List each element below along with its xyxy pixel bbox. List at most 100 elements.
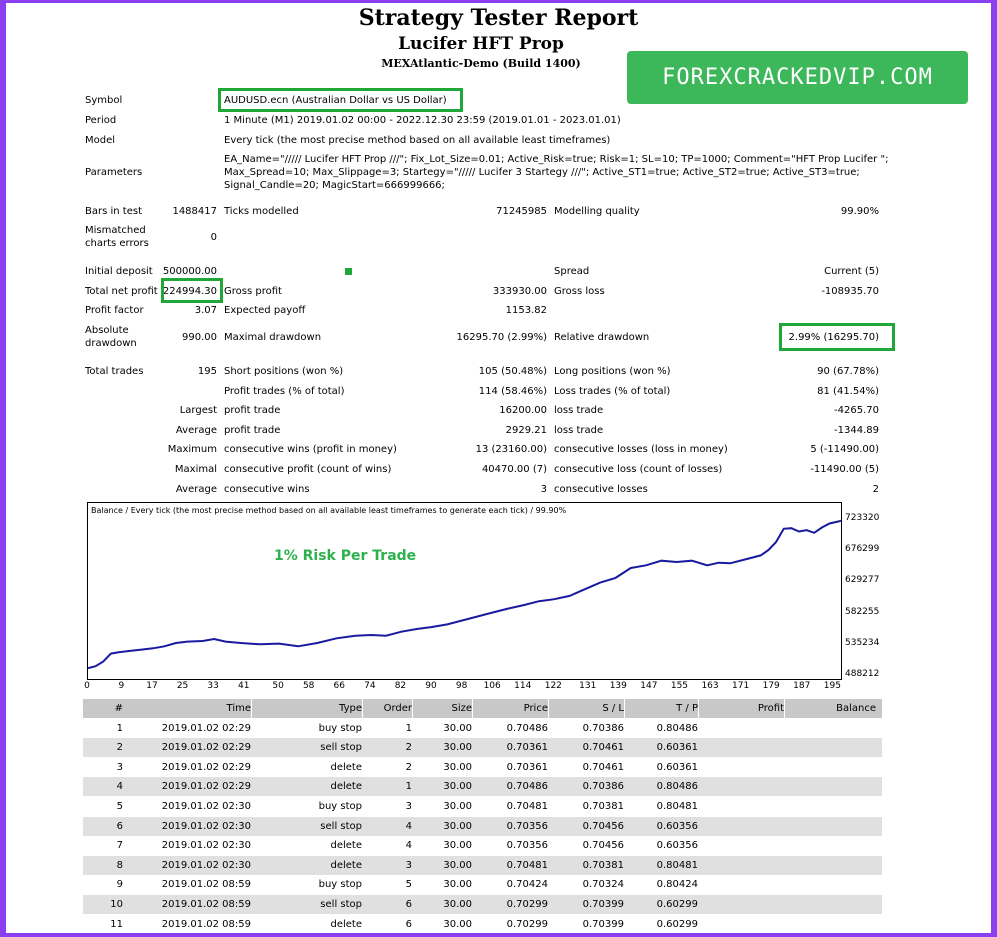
maxl-cp-value: 40470.00 (7) — [481, 464, 547, 475]
cell-number: 1 — [116, 722, 123, 734]
avg-cl-label: consecutive losses — [554, 484, 648, 495]
cell-price: 0.70361 — [506, 761, 548, 773]
cell-size: 30.00 — [443, 899, 472, 910]
cell-price: 0.70481 — [506, 801, 548, 812]
report-page: Strategy Tester Report Lucifer HFT Prop … — [6, 3, 991, 933]
ltrades-label: Loss trades (% of total) — [554, 386, 671, 397]
table-row: 3 2019.01.02 02:29 delete 2 30.00 0.70361 0.70… — [83, 758, 882, 777]
x-tick-label: 106 — [483, 681, 501, 691]
max-cl-label: consecutive losses (loss in money) — [554, 444, 728, 455]
cell-size: 30.00 — [443, 801, 472, 812]
cell-price: 0.70361 — [506, 742, 548, 754]
parameters-line-2: Max_Spread=10; Max_Slippage=3; Startegy=… — [224, 167, 860, 178]
x-tick-label: 0 — [84, 681, 90, 691]
trades-value: 195 — [197, 366, 217, 377]
cell-type: sell stop — [320, 742, 362, 754]
max-cw-label: consecutive wins (profit in money) — [224, 444, 397, 455]
mismatch-label-1: Mismatched — [85, 225, 146, 236]
header-cell-time: Time — [129, 699, 252, 718]
cell-time: 2019.01.02 08:59 — [161, 899, 251, 910]
cell-number: 4 — [116, 781, 123, 793]
header-cell-tp: T / P — [630, 699, 699, 718]
cell-number: 3 — [116, 761, 123, 773]
table-row: 8 2019.01.02 02:30 delete 3 30.00 0.70481 0.70… — [83, 855, 882, 875]
risk-annotation: 1% Risk Per Trade — [274, 548, 417, 564]
symbol-label: Symbol — [85, 95, 123, 106]
parameters-line-1: EA_Name="///// Lucifer HFT Prop ///"; Fi… — [224, 154, 889, 165]
cell-tp: 0.80481 — [656, 859, 698, 871]
report-title: Strategy Tester Report — [358, 5, 639, 31]
cell-type: delete — [330, 781, 362, 793]
average-label: Average — [175, 425, 217, 436]
cell-size: 30.00 — [443, 742, 472, 754]
x-tick-label: 98 — [455, 681, 468, 691]
maxl-cl-value: -11490.00 (5) — [810, 464, 879, 475]
largest-lt-value: -4265.70 — [834, 405, 879, 416]
cell-order: 1 — [405, 781, 412, 793]
deposit-label: Initial deposit — [85, 266, 153, 277]
chart-marker-icon — [345, 268, 352, 275]
cell-tp: 0.80481 — [656, 801, 698, 812]
mismatch-label-2: charts errors — [85, 238, 149, 249]
cell-size: 30.00 — [443, 761, 472, 773]
bars-label: Bars in test — [85, 206, 142, 217]
table-row: 9 2019.01.02 08:59 buy stop 5 30.00 0.70424 0.… — [83, 875, 882, 894]
maxdd-value: 16295.70 (2.99%) — [456, 332, 547, 343]
avg-cw-value: 3 — [540, 484, 547, 495]
header-cell-order: Order — [368, 699, 413, 718]
cell-type: delete — [330, 761, 362, 773]
cell-tp: 0.60299 — [656, 918, 698, 930]
parameters-line-3: Signal_Candle=20; MagicStart=666999666; — [224, 180, 445, 191]
x-tick-label: 82 — [394, 681, 407, 691]
cell-sl: 0.70386 — [582, 781, 624, 793]
pf-value: 3.07 — [194, 305, 217, 316]
cell-type: delete — [330, 918, 362, 930]
cell-tp: 0.80486 — [656, 781, 698, 793]
header-cell-price: Price — [478, 699, 549, 718]
cell-price: 0.70299 — [506, 899, 548, 910]
cell-number: 6 — [116, 820, 123, 832]
cell-type: buy stop — [318, 722, 362, 734]
cell-type: delete — [330, 859, 362, 871]
ep-value: 1153.82 — [505, 305, 547, 316]
absdd-label-1: Absolute — [85, 325, 129, 336]
max-cw-value: 13 (23160.00) — [475, 444, 547, 455]
cell-time: 2019.01.02 02:30 — [161, 859, 251, 871]
cell-sl: 0.70461 — [582, 761, 624, 773]
cell-order: 2 — [405, 761, 412, 773]
parameters-label: Parameters — [85, 167, 143, 178]
cell-number: 11 — [110, 918, 123, 930]
ltrades-value: 81 (41.54%) — [817, 386, 879, 397]
cell-size: 30.00 — [443, 879, 472, 891]
maxl-cp-label: consecutive profit (count of wins) — [224, 464, 392, 475]
ep-label: Expected payoff — [224, 305, 306, 316]
absdd-value: 990.00 — [182, 332, 217, 343]
cell-order: 4 — [405, 820, 412, 832]
cell-time: 2019.01.02 02:30 — [161, 840, 251, 852]
short-label: Short positions (won %) — [224, 366, 344, 377]
quality-label: Modelling quality — [554, 206, 640, 217]
table-header: # Time Type Order Size Price S / L T / P Profit B… — [83, 699, 882, 718]
cell-size: 30.00 — [443, 918, 472, 930]
table-row: 10 2019.01.02 08:59 sell stop 6 30.00 0.70299… — [83, 895, 882, 914]
y-tick-label: 723320 — [845, 513, 880, 523]
cell-tp: 0.60356 — [656, 820, 698, 832]
y-tick-label: 629277 — [845, 575, 880, 586]
cell-price: 0.70356 — [506, 820, 548, 832]
cell-time: 2019.01.02 08:59 — [161, 918, 251, 930]
mismatch-value: 0 — [210, 232, 217, 243]
cell-price: 0.70481 — [506, 859, 548, 871]
table-row: 5 2019.01.02 02:30 buy stop 3 30.00 0.70481 0.… — [83, 797, 882, 816]
spread-value: Current (5) — [824, 266, 879, 277]
cell-price: 0.70424 — [506, 879, 548, 891]
maxdd-label: Maximal drawdown — [224, 332, 322, 343]
cell-type: buy stop — [318, 879, 362, 891]
period-label: Period — [85, 115, 117, 126]
x-tick-label: 17 — [146, 681, 158, 691]
cell-number: 7 — [116, 840, 123, 852]
cell-time: 2019.01.02 02:30 — [161, 801, 251, 812]
ptrades-value: 114 (58.46%) — [478, 386, 547, 397]
y-tick-label: 676299 — [845, 544, 880, 555]
header-cell-profit: Profit — [704, 699, 785, 718]
netprofit-highlight — [161, 278, 223, 303]
